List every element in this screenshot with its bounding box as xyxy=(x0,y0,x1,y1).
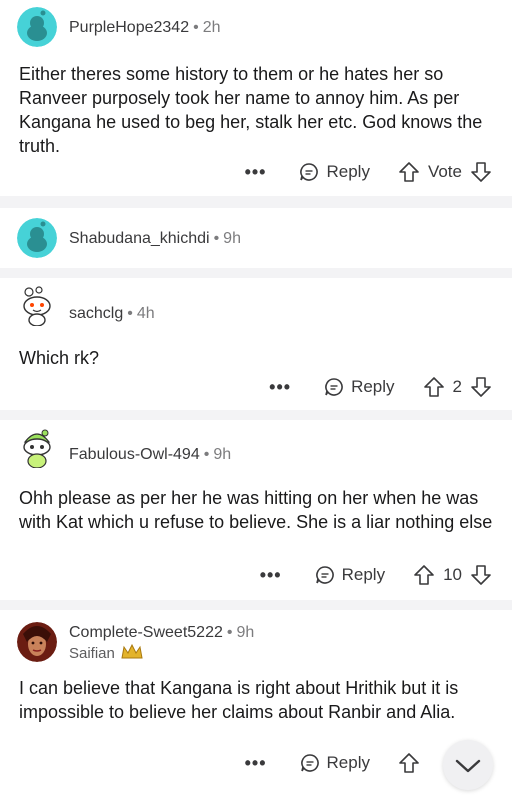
avatar[interactable] xyxy=(17,7,57,47)
timestamp: 9h xyxy=(236,624,255,641)
separator-dot: • xyxy=(193,19,199,36)
comment-collapsed[interactable]: Shabudana_khichdi • 9h xyxy=(0,208,512,268)
comment-author[interactable]: Fabulous-Owl-494 • 9h xyxy=(69,446,231,464)
comment-body: Ohh please as per her he was hitting on … xyxy=(19,488,493,532)
avatar[interactable] xyxy=(17,622,57,662)
vote-count: 2 xyxy=(452,377,462,396)
avatar[interactable] xyxy=(17,428,57,468)
more-options-icon[interactable]: ••• xyxy=(245,753,267,774)
reply-label: Reply xyxy=(341,565,386,584)
timestamp: 4h xyxy=(136,305,155,322)
timestamp: 9h xyxy=(223,230,241,247)
comment-author[interactable]: Shabudana_khichdi • 9h xyxy=(69,230,241,248)
username[interactable]: PurpleHope2342 xyxy=(69,19,189,36)
user-flair: Saifian xyxy=(69,643,143,662)
username[interactable]: Shabudana_khichdi xyxy=(69,230,210,247)
snoo-avatar-icon xyxy=(17,7,57,47)
flair-text: Saifian xyxy=(69,645,115,662)
separator-dot: • xyxy=(226,624,233,641)
chevron-down-icon xyxy=(455,759,481,773)
downvote-icon[interactable] xyxy=(470,161,492,183)
timestamp: 2h xyxy=(202,19,221,36)
comment: Complete-Sweet5222 • 9h Saifian I can beli… xyxy=(0,610,512,779)
reply-icon xyxy=(300,754,319,772)
vote-controls: 2 xyxy=(423,376,492,398)
comment-author[interactable]: PurpleHope2342 • 2h xyxy=(69,19,221,37)
snoo-avatar-icon xyxy=(23,429,51,468)
comment: Fabulous-Owl-494 • 9h Ohh please as per he… xyxy=(0,420,512,600)
more-options-icon[interactable]: ••• xyxy=(260,565,282,586)
upvote-icon[interactable] xyxy=(423,376,445,398)
comment: PurpleHope2342 • 2h Either theres some his… xyxy=(0,0,512,196)
comment-author[interactable]: Complete-Sweet5222 • 9h xyxy=(69,624,254,642)
crown-icon xyxy=(121,643,143,659)
reply-label: Reply xyxy=(351,377,395,396)
comment-body: Which rk? xyxy=(19,348,100,368)
separator-dot: • xyxy=(127,305,133,322)
vote-controls: Vote xyxy=(398,161,492,183)
comment-separator xyxy=(0,410,512,420)
reply-button[interactable]: Reply xyxy=(314,564,385,586)
downvote-icon[interactable] xyxy=(470,376,492,398)
reply-icon xyxy=(325,378,343,396)
downvote-icon[interactable] xyxy=(470,564,492,586)
more-options-icon[interactable]: ••• xyxy=(269,377,291,398)
reply-label: Reply xyxy=(326,753,370,772)
profile-photo-icon xyxy=(17,622,57,662)
comment-separator xyxy=(0,600,512,610)
comment-author[interactable]: sachclg • 4h xyxy=(69,305,155,323)
reply-button[interactable]: Reply xyxy=(299,752,370,774)
vote-count: 10 xyxy=(443,565,462,584)
reply-icon xyxy=(300,163,319,181)
comment-body: Either theres some history to them or he… xyxy=(19,64,483,156)
comment: sachclg • 4h Which rk? ••• Reply 2 xyxy=(0,278,512,410)
username[interactable]: Fabulous-Owl-494 xyxy=(69,446,200,463)
comment-separator xyxy=(0,268,512,278)
reply-button[interactable]: Reply xyxy=(323,376,395,398)
reply-label: Reply xyxy=(326,162,370,181)
reply-icon xyxy=(315,566,334,584)
comment-actions: ••• Reply Vote xyxy=(245,158,492,186)
upvote-icon[interactable] xyxy=(413,564,435,586)
separator-dot: • xyxy=(203,446,210,463)
avatar[interactable] xyxy=(17,218,57,258)
comment-actions: ••• Reply 10 xyxy=(260,561,492,589)
more-options-icon[interactable]: ••• xyxy=(245,162,267,183)
reply-button[interactable]: Reply xyxy=(298,161,370,183)
scroll-next-button[interactable] xyxy=(443,740,493,790)
vote-controls: 10 xyxy=(413,564,492,586)
comment-body: I can believe that Kangana is right abou… xyxy=(19,678,459,722)
vote-count: Vote xyxy=(427,162,462,181)
comment-actions: ••• Reply 2 xyxy=(269,373,492,401)
vote-controls xyxy=(398,752,420,774)
avatar[interactable] xyxy=(17,286,57,326)
timestamp: 9h xyxy=(213,446,232,463)
snoo-avatar-icon xyxy=(17,218,57,258)
username[interactable]: Complete-Sweet5222 xyxy=(69,624,223,641)
comment-separator xyxy=(0,196,512,208)
snoo-avatar-icon xyxy=(23,286,51,326)
separator-dot: • xyxy=(213,230,220,247)
username[interactable]: sachclg xyxy=(69,305,123,322)
upvote-icon[interactable] xyxy=(398,161,420,183)
comment-actions: ••• Reply xyxy=(245,749,420,777)
upvote-icon[interactable] xyxy=(398,752,420,774)
